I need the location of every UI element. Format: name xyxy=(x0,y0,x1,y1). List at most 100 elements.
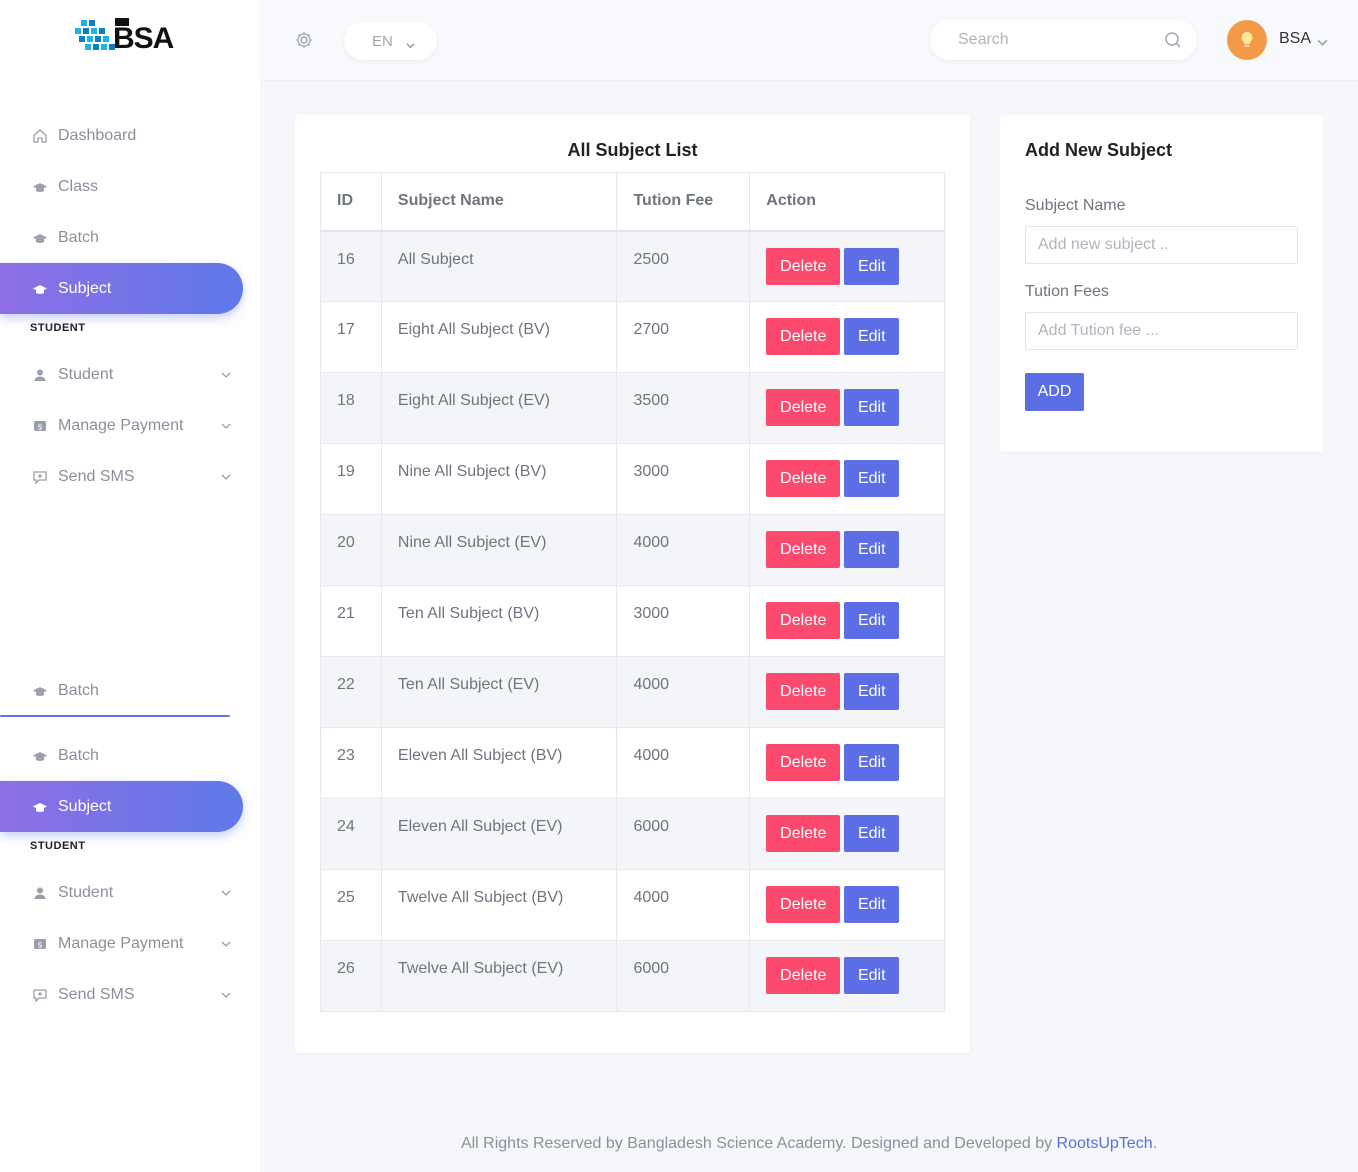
sidebar-item-manage-payment[interactable]: $ Manage Payment xyxy=(0,400,243,451)
subject-table: ID Subject Name Tution Fee Action 16 All … xyxy=(320,172,945,1012)
section-label-student: STUDENT xyxy=(30,322,86,334)
graduation-cap-icon xyxy=(32,281,48,297)
cell-id: 25 xyxy=(320,869,382,941)
table-row: 23 Eleven All Subject (BV) 4000 Delete Edit xyxy=(320,727,945,799)
edit-button[interactable]: Edit xyxy=(844,886,900,923)
user-icon xyxy=(32,367,48,383)
delete-button[interactable]: Delete xyxy=(766,531,841,568)
cell-tution-fee: 2700 xyxy=(616,301,751,373)
edit-button[interactable]: Edit xyxy=(844,957,900,994)
edit-button[interactable]: Edit xyxy=(844,460,900,497)
cell-action: Delete Edit xyxy=(749,514,945,586)
edit-button[interactable]: Edit xyxy=(844,389,900,426)
tution-fee-field[interactable] xyxy=(1025,312,1298,350)
avatar[interactable] xyxy=(1227,20,1267,60)
graduation-cap-icon xyxy=(32,230,48,246)
delete-button[interactable]: Delete xyxy=(766,744,841,781)
sidebar-item-subject[interactable]: Subject xyxy=(0,263,243,314)
delete-button[interactable]: Delete xyxy=(766,815,841,852)
cell-action: Delete Edit xyxy=(749,230,945,302)
edit-button[interactable]: Edit xyxy=(844,602,900,639)
cell-action: Delete Edit xyxy=(749,869,945,941)
cell-id: 19 xyxy=(320,443,382,515)
cell-id: 21 xyxy=(320,585,382,657)
column-header-tution-fee: Tution Fee xyxy=(616,172,751,232)
cell-tution-fee: 3000 xyxy=(616,443,751,515)
user-name[interactable]: BSA xyxy=(1279,30,1311,48)
subject-list-card: All Subject List ID Subject Name Tution … xyxy=(295,115,970,1053)
delete-button[interactable]: Delete xyxy=(766,460,841,497)
subject-name-field[interactable] xyxy=(1025,226,1298,264)
delete-button[interactable]: Delete xyxy=(766,602,841,639)
chevron-down-icon[interactable] xyxy=(1317,35,1328,46)
sidebar-item-batch-duplicate[interactable]: Batch xyxy=(0,665,243,716)
delete-button[interactable]: Delete xyxy=(766,318,841,355)
sidebar-item-manage-payment[interactable]: $ Manage Payment xyxy=(0,918,243,969)
cell-action: Delete Edit xyxy=(749,372,945,444)
sidebar-item-label: Student xyxy=(58,883,114,901)
delete-button[interactable]: Delete xyxy=(766,886,841,923)
cell-subject-name: Twelve All Subject (BV) xyxy=(380,869,618,941)
cell-action: Delete Edit xyxy=(749,727,945,799)
delete-button[interactable]: Delete xyxy=(766,957,841,994)
cell-tution-fee: 2500 xyxy=(616,230,751,302)
sidebar-item-batch-duplicate-2[interactable]: Batch xyxy=(0,730,243,781)
search-input[interactable] xyxy=(958,31,1148,49)
column-header-subject-name: Subject Name xyxy=(380,172,618,232)
sidebar-item-student[interactable]: Student xyxy=(0,867,243,918)
sidebar-item-send-sms[interactable]: Send SMS xyxy=(0,969,243,1020)
sidebar-item-dashboard[interactable]: Dashboard xyxy=(0,110,243,161)
table-row: 17 Eight All Subject (BV) 2700 Delete Edit xyxy=(320,301,945,373)
edit-button[interactable]: Edit xyxy=(844,318,900,355)
brand-logo[interactable]: BSA xyxy=(75,18,180,58)
cell-subject-name: Eleven All Subject (BV) xyxy=(380,727,618,799)
cell-subject-name: Nine All Subject (EV) xyxy=(380,514,618,586)
chevron-down-icon xyxy=(221,367,231,378)
cell-tution-fee: 4000 xyxy=(616,514,751,586)
sidebar-item-label: Batch xyxy=(58,746,99,764)
sms-icon xyxy=(32,987,48,1003)
cell-id: 24 xyxy=(320,798,382,870)
edit-button[interactable]: Edit xyxy=(844,815,900,852)
sidebar-item-label: Batch xyxy=(58,681,99,699)
sidebar-item-batch[interactable]: Batch xyxy=(0,212,243,263)
table-row: 18 Eight All Subject (EV) 3500 Delete Edit xyxy=(320,372,945,444)
gear-icon[interactable] xyxy=(294,30,314,50)
sidebar-item-subject-duplicate[interactable]: Subject xyxy=(0,781,243,832)
top-header: EN BSA xyxy=(260,0,1358,81)
cell-action: Delete Edit xyxy=(749,585,945,657)
cell-subject-name: Twelve All Subject (EV) xyxy=(380,940,618,1012)
edit-button[interactable]: Edit xyxy=(844,531,900,568)
edit-button[interactable]: Edit xyxy=(844,247,900,285)
svg-text:$: $ xyxy=(37,422,42,431)
delete-button[interactable]: Delete xyxy=(766,389,841,426)
cell-action: Delete Edit xyxy=(749,656,945,728)
table-row: 26 Twelve All Subject (EV) 6000 Delete Edit xyxy=(320,940,945,1012)
cell-id: 23 xyxy=(320,727,382,799)
footer-text: All Rights Reserved by Bangladesh Scienc… xyxy=(460,1135,1057,1152)
footer-link[interactable]: RootsUpTech xyxy=(1057,1135,1153,1152)
edit-button[interactable]: Edit xyxy=(844,744,900,781)
delete-button[interactable]: Delete xyxy=(766,247,841,285)
cell-tution-fee: 3500 xyxy=(616,372,751,444)
cell-tution-fee: 3000 xyxy=(616,585,751,657)
delete-button[interactable]: Delete xyxy=(766,673,841,710)
graduation-cap-icon xyxy=(32,799,48,815)
sidebar-item-label: Subject xyxy=(58,797,112,815)
table-row: 22 Ten All Subject (EV) 4000 Delete Edit xyxy=(320,656,945,728)
chevron-down-icon xyxy=(221,418,231,429)
edit-button[interactable]: Edit xyxy=(844,673,900,710)
table-header-row: ID Subject Name Tution Fee Action xyxy=(320,172,945,232)
sidebar-item-send-sms[interactable]: Send SMS xyxy=(0,451,243,502)
cell-subject-name: Eight All Subject (EV) xyxy=(380,372,618,444)
sidebar-item-label: Send SMS xyxy=(58,467,135,485)
sidebar-item-label: Send SMS xyxy=(58,985,135,1003)
language-select[interactable]: EN xyxy=(344,22,437,60)
search-icon[interactable] xyxy=(1163,30,1183,50)
chevron-down-icon xyxy=(221,885,231,896)
tution-fees-label: Tution Fees xyxy=(1025,283,1109,300)
add-button[interactable]: ADD xyxy=(1025,373,1084,411)
sidebar-item-class[interactable]: Class xyxy=(0,161,243,212)
sidebar-item-student[interactable]: Student xyxy=(0,349,243,400)
chevron-down-icon xyxy=(221,987,231,998)
